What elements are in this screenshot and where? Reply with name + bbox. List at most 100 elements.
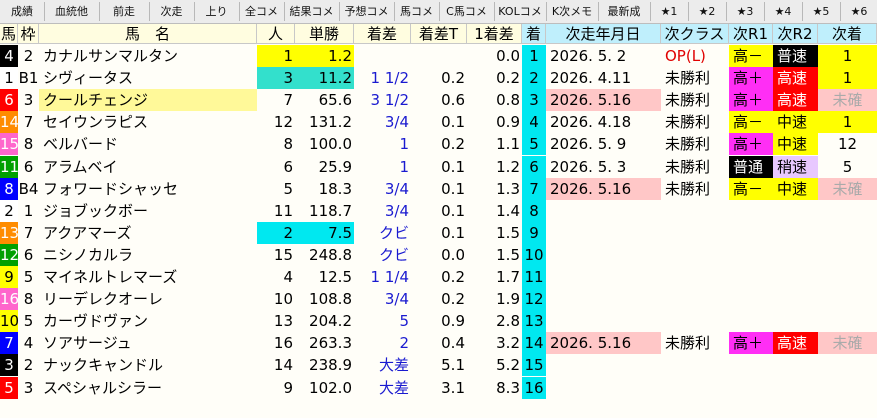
cell-next-date bbox=[546, 377, 661, 399]
header-chakusa-t[interactable]: 着差T bbox=[411, 24, 467, 44]
cell-chaku: 9 bbox=[522, 221, 546, 244]
cell-next-chaku: 未確 bbox=[818, 332, 877, 355]
tab-16[interactable]: ★4 bbox=[764, 2, 803, 21]
tab-6[interactable]: 結果コメ bbox=[284, 2, 340, 21]
cell-chakusa-t: 3.1 bbox=[441, 378, 465, 397]
header-waku[interactable]: 枠 bbox=[18, 24, 39, 44]
tab-10[interactable]: KOLコメ bbox=[494, 2, 547, 21]
cell-name[interactable]: シヴィータス bbox=[39, 67, 257, 89]
cell-name[interactable]: ニシノカルラ bbox=[39, 244, 257, 266]
cell-next-r2: 高速 bbox=[773, 67, 818, 90]
cell-next-class bbox=[661, 200, 729, 222]
tab-2[interactable]: 前走 bbox=[99, 2, 150, 21]
header-chaku[interactable]: 着 bbox=[522, 24, 546, 44]
cell-name[interactable]: クールチェンジ bbox=[39, 89, 257, 112]
cell-name[interactable]: スペシャルシラー bbox=[39, 377, 257, 399]
tab-5[interactable]: 全コメ bbox=[239, 2, 285, 21]
cell-next-chaku: 未確 bbox=[818, 89, 877, 112]
header-chakusa[interactable]: 着差 bbox=[354, 24, 411, 44]
cell-chakusa-t: 0.1 bbox=[441, 113, 465, 132]
cell-name[interactable]: ソアサージュ bbox=[39, 332, 257, 354]
cell-name[interactable]: マイネルトレマーズ bbox=[39, 266, 257, 288]
cell-next-date: 2026. 5. 9 bbox=[550, 135, 627, 154]
tab-9[interactable]: C馬コメ bbox=[439, 2, 495, 21]
tab-18[interactable]: ★6 bbox=[840, 2, 877, 21]
cell-chakusa: 大差 bbox=[378, 378, 409, 397]
cell-chakusa: 1 bbox=[399, 157, 409, 176]
cell-ichisa: 0.8 bbox=[496, 91, 520, 110]
cell-umaban: 10 bbox=[0, 310, 18, 333]
cell-next-class: 未勝利 bbox=[665, 91, 711, 110]
cell-next-r2: 高速 bbox=[773, 332, 818, 355]
cell-chaku: 7 bbox=[522, 177, 546, 200]
header-ichisa[interactable]: 1着差 bbox=[467, 24, 522, 44]
cell-next-chaku bbox=[818, 200, 877, 222]
cell-name[interactable]: アラムベイ bbox=[39, 156, 257, 178]
tab-4[interactable]: 上り bbox=[194, 2, 240, 21]
cell-umaban: 12 bbox=[0, 243, 18, 266]
cell-waku: 5 bbox=[23, 312, 34, 331]
cell-ichisa: 1.1 bbox=[496, 135, 520, 154]
cell-next-r1 bbox=[729, 377, 773, 399]
tab-11[interactable]: K次メモ bbox=[546, 2, 599, 21]
cell-chakusa: クビ bbox=[378, 223, 409, 242]
cell-next-class bbox=[661, 377, 729, 399]
cell-chaku: 15 bbox=[522, 354, 546, 377]
header-ninki[interactable]: 人 bbox=[257, 24, 295, 44]
header-next-date[interactable]: 次走年月日 bbox=[546, 24, 661, 44]
cell-chakusa-t: 0.2 bbox=[441, 290, 465, 309]
header-next-r1[interactable]: 次R1 bbox=[729, 24, 773, 44]
cell-umaban: 15 bbox=[0, 133, 18, 156]
cell-next-class: 未勝利 bbox=[665, 157, 711, 176]
cell-next-chaku: 未確 bbox=[818, 177, 877, 200]
cell-next-r1 bbox=[729, 244, 773, 266]
cell-name[interactable]: ナックキャンドル bbox=[39, 354, 257, 376]
tab-13[interactable]: ★1 bbox=[650, 2, 689, 21]
cell-chakusa: 1 1/2 bbox=[370, 69, 409, 88]
cell-name[interactable]: フォワードシャッセ bbox=[39, 178, 257, 200]
tab-8[interactable]: 馬コメ bbox=[394, 2, 440, 21]
header-umaban[interactable]: 馬 bbox=[0, 24, 18, 44]
tab-3[interactable]: 次走 bbox=[149, 2, 195, 21]
cell-tansho: 263.3 bbox=[309, 334, 352, 353]
tab-17[interactable]: ★5 bbox=[802, 2, 841, 21]
cell-tansho: 25.9 bbox=[318, 157, 352, 176]
cell-ninki: 14 bbox=[273, 356, 293, 375]
header-next-r2[interactable]: 次R2 bbox=[773, 24, 818, 44]
cell-next-chaku: 5 bbox=[842, 157, 853, 176]
cell-chakusa-t: 0.0 bbox=[441, 245, 465, 264]
cell-next-date bbox=[546, 310, 661, 332]
cell-name[interactable]: リーデレクオーレ bbox=[39, 288, 257, 310]
header-next-chaku[interactable]: 次着 bbox=[818, 24, 877, 44]
cell-waku: B1 bbox=[18, 69, 39, 88]
cell-chakusa-t: 0.1 bbox=[441, 201, 465, 220]
cell-next-date: 2026. 5. 3 bbox=[550, 157, 627, 176]
tab-12[interactable]: 最新成 bbox=[598, 2, 651, 21]
cell-chaku: 5 bbox=[522, 133, 546, 156]
cell-next-r1: 高＋ bbox=[729, 67, 773, 90]
cell-name[interactable]: カナルサンマルタン bbox=[39, 45, 257, 67]
tab-1[interactable]: 血統他 bbox=[44, 2, 100, 21]
cell-name[interactable]: セイウンラピス bbox=[39, 111, 257, 133]
cell-name[interactable]: ジョブックボー bbox=[39, 200, 257, 222]
cell-waku: 1 bbox=[23, 201, 34, 220]
tab-7[interactable]: 予想コメ bbox=[339, 2, 395, 21]
cell-umaban: 13 bbox=[0, 221, 18, 244]
cell-ninki: 10 bbox=[273, 290, 293, 309]
cell-next-date bbox=[546, 266, 661, 288]
cell-umaban: 11 bbox=[0, 155, 18, 178]
cell-ninki: 7 bbox=[283, 91, 293, 110]
cell-ninki: 2 bbox=[257, 221, 295, 244]
cell-next-r2 bbox=[773, 200, 818, 222]
cell-name[interactable]: アクアマーズ bbox=[39, 222, 257, 244]
header-name[interactable]: 馬 名 bbox=[39, 24, 257, 44]
cell-next-r2: 高速 bbox=[773, 89, 818, 112]
header-tansho[interactable]: 単勝 bbox=[295, 24, 354, 44]
tab-0[interactable]: 成績 bbox=[0, 2, 45, 21]
tab-15[interactable]: ★3 bbox=[726, 2, 765, 21]
tab-14[interactable]: ★2 bbox=[688, 2, 727, 21]
cell-name[interactable]: カーヴドヴァン bbox=[39, 310, 257, 332]
cell-chakusa: 3/4 bbox=[384, 290, 409, 309]
cell-name[interactable]: ベルバード bbox=[39, 133, 257, 155]
header-next-class[interactable]: 次クラス bbox=[661, 24, 729, 44]
